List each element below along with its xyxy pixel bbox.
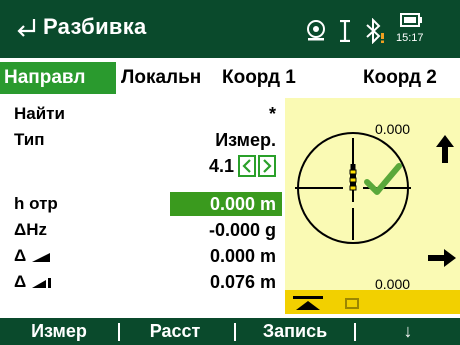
page-title: Разбивка	[43, 14, 147, 39]
stakeout-graphic-svg	[295, 132, 411, 244]
height-difference-icon	[31, 277, 51, 288]
tab-coord1-label: Коорд 1	[222, 67, 296, 88]
tab-coord2-label: Коорд 2	[363, 67, 437, 88]
h-offset-label: h отр	[14, 194, 58, 213]
tab-direction-label: Направл	[4, 67, 86, 88]
type-row: Тип Измер.	[0, 128, 282, 152]
dhz-value: -0.000 g	[208, 220, 276, 240]
tab-direction[interactable]: Направл	[0, 62, 116, 94]
prism-icon	[307, 20, 325, 41]
d-horiz-label: Δ	[14, 244, 52, 268]
graphic-top-value: 0.000	[375, 121, 411, 137]
record-button[interactable]: Запись	[236, 318, 354, 345]
tab-coord1[interactable]: Коорд 1	[222, 62, 317, 94]
dhz-label: ΔHz	[14, 220, 47, 239]
tab-local-label: Локальн	[121, 67, 202, 88]
point-stepper[interactable]: 4.1	[158, 155, 278, 177]
clock-time: 15:17	[396, 32, 424, 44]
stepper-next-button[interactable]	[258, 155, 276, 177]
d-vert-label-text: Δ	[14, 272, 27, 291]
status-icons: 15:17	[304, 8, 454, 50]
stepper-value: 4.1	[208, 156, 234, 176]
d-vert-row: Δ 0.076 m	[0, 270, 282, 294]
arrow-right-icon	[428, 249, 456, 267]
faint-prism-icon	[345, 298, 359, 309]
back-arrow-icon[interactable]	[14, 15, 40, 41]
reflector-icon	[349, 164, 357, 202]
tab-coord2[interactable]: Коорд 2	[363, 62, 458, 94]
tab-local[interactable]: Локальн	[121, 62, 216, 94]
d-vert-value: 0.076 m	[209, 272, 276, 292]
fields-panel: Найти * Тип Измер. 4.1 h отр 0.000 m ΔHz…	[0, 98, 282, 292]
stepper-prev-button[interactable]	[238, 155, 256, 177]
tab-bar: Направл Локальн Коорд 1 Коорд 2	[0, 62, 460, 94]
h-offset-row: h отр 0.000 m	[0, 192, 282, 216]
dhz-row: ΔHz -0.000 g	[0, 218, 282, 242]
more-button-label: ↓	[403, 321, 413, 341]
more-button[interactable]: ↓	[356, 318, 460, 345]
d-horiz-row: Δ 0.000 m	[0, 244, 282, 268]
distance-button[interactable]: Расст	[120, 318, 230, 345]
chevron-left-icon	[242, 159, 251, 173]
title-bar: Разбивка 15:17	[0, 0, 460, 58]
bluetooth-icon	[366, 18, 384, 44]
cursor-icon	[340, 20, 350, 42]
horizontal-distance-icon	[31, 252, 50, 262]
distance-button-label: Расст	[149, 321, 201, 341]
stakeout-graphic: 0.000 0.000	[285, 98, 460, 314]
type-value[interactable]: Измер.	[215, 128, 276, 152]
d-horiz-value: 0.000 m	[209, 246, 276, 266]
battery-icon	[400, 13, 422, 27]
chevron-right-icon	[263, 159, 272, 173]
measure-button[interactable]: Измер	[0, 318, 118, 345]
d-vert-label: Δ	[14, 270, 52, 294]
find-label: Найти	[14, 104, 65, 123]
record-button-label: Запись	[262, 321, 328, 341]
softkey-bar: Измер Расст Запись ↓	[0, 318, 460, 345]
arrow-up-icon	[436, 135, 454, 163]
find-row: Найти *	[0, 102, 282, 126]
find-value[interactable]: *	[269, 102, 276, 126]
check-icon	[364, 163, 402, 195]
type-stepper-row: 4.1	[0, 154, 282, 178]
d-horiz-label-text: Δ	[14, 246, 27, 265]
instrument-icon	[293, 296, 323, 310]
measure-button-label: Измер	[31, 321, 87, 341]
h-offset-input[interactable]: 0.000 m	[170, 192, 282, 216]
type-label: Тип	[14, 130, 45, 149]
